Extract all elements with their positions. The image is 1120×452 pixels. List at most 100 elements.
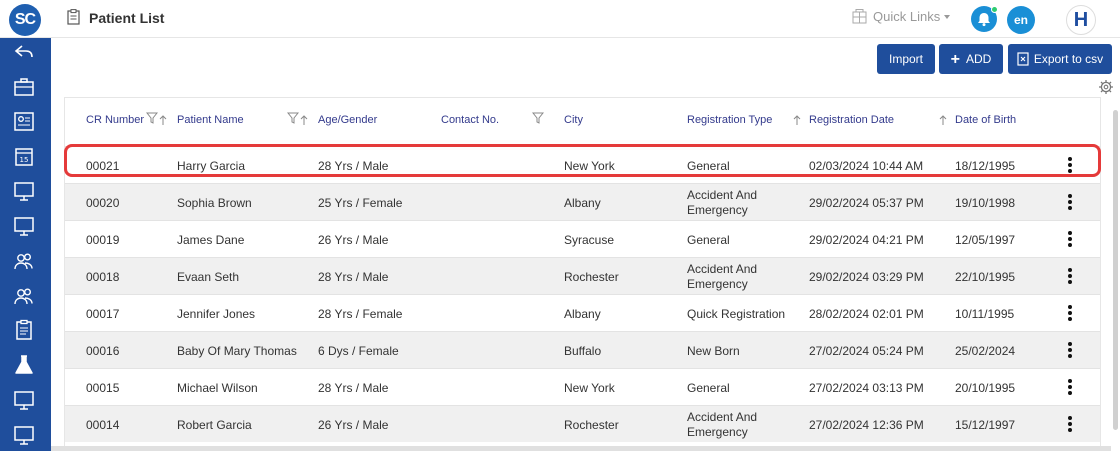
calendar-icon[interactable]: 15 [12, 144, 36, 168]
export-csv-button[interactable]: Export to csv [1008, 44, 1112, 74]
sort-up-icon[interactable] [793, 115, 801, 126]
monitor-icon[interactable] [12, 388, 36, 412]
registration-date: 27/02/2024 03:13 PM [809, 381, 924, 395]
sort-up-icon[interactable] [939, 115, 947, 126]
column-header-registration-type[interactable]: Registration Type [687, 114, 772, 126]
add-label: ADD [966, 52, 992, 66]
more-options-icon[interactable] [1068, 416, 1072, 432]
more-options-icon[interactable] [1068, 231, 1072, 247]
registration-date: 27/02/2024 12:36 PM [809, 418, 924, 432]
age-gender: 28 Yrs / Female [318, 307, 403, 321]
table-row[interactable]: 00021 Harry Garcia 28 Yrs / Male New Yor… [65, 146, 1100, 183]
patient-name: Evaan Seth [177, 270, 240, 284]
vertical-scrollbar[interactable] [1113, 90, 1119, 440]
date-of-birth: 15/12/1997 [955, 418, 1016, 432]
city: New York [564, 159, 615, 173]
more-options-icon[interactable] [1068, 379, 1072, 395]
language-button[interactable]: en [1007, 6, 1035, 34]
column-header-date-of-birth[interactable]: Date of Birth [955, 114, 1016, 126]
quick-links-label: Quick Links [873, 9, 941, 24]
registration-type: New Born [687, 344, 740, 358]
column-header-city[interactable]: City [564, 114, 583, 126]
patient-name: Sophia Brown [177, 196, 252, 210]
more-options-icon[interactable] [1068, 305, 1072, 321]
more-options-icon[interactable] [1068, 157, 1072, 173]
date-of-birth: 18/12/1995 [955, 159, 1016, 173]
gear-icon[interactable] [1098, 79, 1114, 95]
monitor-icon[interactable] [12, 423, 36, 447]
sidebar: 15 [0, 38, 51, 451]
column-header-cr-number[interactable]: CR Number [86, 114, 144, 126]
filter-icon[interactable] [532, 112, 544, 124]
export-label: Export to csv [1033, 52, 1104, 66]
cr-number: 00016 [86, 344, 120, 358]
table-row[interactable]: 00017 Jennifer Jones 28 Yrs / Female Alb… [65, 294, 1100, 331]
patient-name: James Dane [177, 233, 245, 247]
cr-number: 00021 [86, 159, 120, 173]
registration-type: Accident And Emergency [687, 188, 758, 217]
users-icon[interactable] [12, 284, 36, 308]
column-header-age-gender[interactable]: Age/Gender [318, 114, 377, 126]
back-arrow-icon[interactable] [12, 40, 36, 64]
quick-links-dropdown[interactable]: Quick Links [852, 9, 951, 24]
table-header: CR Number Patient Name Age/Gender Contac… [65, 98, 1100, 146]
filter-icon[interactable] [146, 112, 158, 124]
table-row[interactable]: 00019 James Dane 26 Yrs / Male Syracuse … [65, 220, 1100, 257]
date-of-birth: 10/11/1995 [955, 307, 1015, 321]
patient-name: Robert Garcia [177, 418, 252, 432]
import-button[interactable]: Import [877, 44, 935, 74]
registration-date: 29/02/2024 04:21 PM [809, 233, 924, 247]
age-gender: 6 Dys / Female [318, 344, 399, 358]
hospital-logo[interactable]: H [1066, 5, 1096, 35]
briefcase-icon[interactable] [12, 75, 36, 99]
age-gender: 25 Yrs / Female [318, 196, 403, 210]
clipboard-icon [67, 9, 80, 25]
city: Buffalo [564, 344, 602, 358]
patient-name: Michael Wilson [177, 381, 258, 395]
more-options-icon[interactable] [1068, 268, 1072, 284]
city: Albany [564, 196, 601, 210]
table-row[interactable]: 00015 Michael Wilson 28 Yrs / Male New Y… [65, 368, 1100, 405]
registration-type: General [687, 233, 730, 247]
column-header-registration-date[interactable]: Registration Date [809, 114, 894, 126]
column-header-contact-no[interactable]: Contact No. [441, 114, 499, 126]
table-row[interactable]: 00016 Baby Of Mary Thomas 6 Dys / Female… [65, 331, 1100, 368]
sort-up-icon[interactable] [159, 115, 167, 126]
users-icon[interactable] [12, 249, 36, 273]
clipboard-icon[interactable] [12, 318, 36, 342]
registration-date: 29/02/2024 03:29 PM [809, 270, 924, 284]
plus-icon: + [950, 51, 960, 68]
page-title: Patient List [89, 10, 165, 26]
column-header-patient-name[interactable]: Patient Name [177, 114, 244, 126]
flask-icon[interactable] [12, 353, 36, 377]
age-gender: 26 Yrs / Male [318, 233, 389, 247]
date-of-birth: 22/10/1995 [955, 270, 1016, 284]
svg-text:15: 15 [20, 156, 29, 164]
registration-type: General [687, 381, 730, 395]
cr-number: 00019 [86, 233, 120, 247]
id-card-icon[interactable] [12, 109, 36, 133]
table-row[interactable]: 00020 Sophia Brown 25 Yrs / Female Alban… [65, 183, 1100, 220]
cr-number: 00014 [86, 418, 120, 432]
monitor-icon[interactable] [12, 179, 36, 203]
add-button[interactable]: + ADD [939, 44, 1003, 74]
horizontal-scrollbar[interactable] [51, 446, 1111, 451]
age-gender: 28 Yrs / Male [318, 159, 389, 173]
table-row[interactable]: 00018 Evaan Seth 28 Yrs / Male Rochester… [65, 257, 1100, 294]
registration-date: 02/03/2024 10:44 AM [809, 159, 924, 173]
more-options-icon[interactable] [1068, 342, 1072, 358]
app-logo[interactable]: SC [9, 4, 41, 36]
scrollbar-thumb[interactable] [1113, 110, 1118, 430]
city: Rochester [564, 270, 619, 284]
registration-date: 28/02/2024 02:01 PM [809, 307, 924, 321]
registration-date: 27/02/2024 05:24 PM [809, 344, 924, 358]
more-options-icon[interactable] [1068, 194, 1072, 210]
table-row[interactable]: 00014 Robert Garcia 26 Yrs / Male Roches… [65, 405, 1100, 442]
patient-table: CR Number Patient Name Age/Gender Contac… [64, 97, 1101, 451]
monitor-icon[interactable] [12, 214, 36, 238]
date-of-birth: 19/10/1998 [955, 196, 1016, 210]
notifications-button[interactable] [971, 6, 998, 32]
cr-number: 00020 [86, 196, 120, 210]
sort-up-icon[interactable] [300, 115, 308, 126]
filter-icon[interactable] [287, 112, 299, 124]
